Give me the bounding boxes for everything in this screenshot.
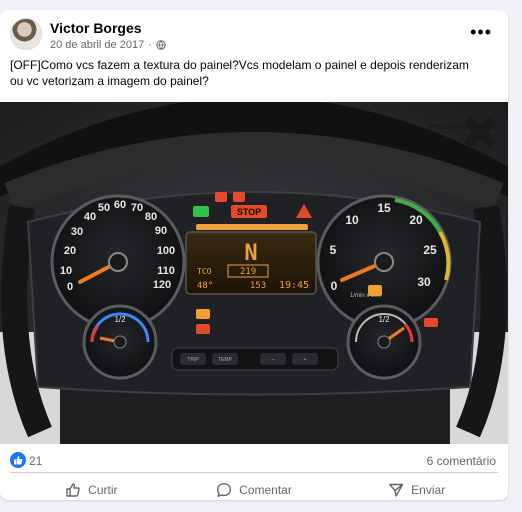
- post-text: [OFF]Como vcs fazem a textura do painel?…: [10, 58, 469, 88]
- speedo-tick: 100: [157, 245, 175, 257]
- post-header: Victor Borges 20 de abril de 2017 · •••: [10, 18, 498, 58]
- post-card: Victor Borges 20 de abril de 2017 · ••• …: [0, 10, 508, 500]
- fuel-half-label: 1/2: [114, 315, 126, 324]
- like-reaction-icon[interactable]: [10, 452, 26, 468]
- thumbs-up-icon: [66, 483, 80, 497]
- post-meta: 20 de abril de 2017 ·: [50, 39, 166, 51]
- actions-divider: [10, 472, 498, 473]
- speedo-tick: 70: [131, 202, 143, 214]
- speedo-tick: 30: [71, 226, 83, 238]
- comment-button-label: Comentar: [239, 483, 292, 497]
- tacho-tick: 25: [423, 243, 437, 257]
- odometer-readout: 153: [250, 281, 266, 291]
- temp-half-label: 1/2: [378, 315, 390, 324]
- like-count[interactable]: 21: [29, 454, 42, 468]
- author-name[interactable]: Victor Borges: [50, 20, 142, 36]
- speedo-tick: 120: [153, 279, 171, 291]
- tacho-tick: 30: [417, 275, 431, 289]
- speedo-tick: 0: [67, 281, 73, 293]
- reactions-bar: 21 6 comentário: [10, 452, 496, 472]
- watermark-brand: mecanicaonline: [428, 121, 496, 131]
- avatar[interactable]: [10, 18, 42, 50]
- speedo-tick: 90: [155, 225, 167, 237]
- post-date[interactable]: 20 de abril de 2017: [50, 39, 144, 51]
- plus-button-label: +: [304, 357, 307, 363]
- comment-count[interactable]: 6 comentário: [427, 454, 496, 468]
- stop-lamp-label: STOP: [237, 207, 261, 217]
- speedo-tick: 50: [98, 202, 110, 214]
- speedo-tick: 80: [145, 211, 157, 223]
- trip-value: 219: [240, 267, 256, 277]
- like-button[interactable]: Curtir: [10, 474, 173, 500]
- speedo-tick: 110: [157, 265, 175, 277]
- share-button-label: Enviar: [411, 483, 446, 497]
- tco-label: TCO: [197, 267, 212, 276]
- minus-button-label: –: [272, 357, 275, 363]
- post-image[interactable]: 0 10 20 30 40 50 60 70 80 90 100 110 120: [0, 102, 508, 444]
- send-icon: [389, 483, 404, 497]
- meta-separator: ·: [148, 39, 152, 51]
- dashboard-illustration: 0 10 20 30 40 50 60 70 80 90 100 110 120: [0, 102, 508, 444]
- more-options-icon[interactable]: •••: [470, 22, 492, 43]
- comment-button[interactable]: Comentar: [173, 474, 336, 500]
- speedo-tick: 10: [60, 265, 72, 277]
- speedo-tick: 60: [114, 199, 126, 211]
- speedo-tick: 40: [84, 211, 96, 223]
- tacho-tick: 0: [331, 279, 338, 293]
- tacho-tick: 10: [345, 213, 359, 227]
- tacho-tick: 15: [377, 201, 391, 215]
- like-button-label: Curtir: [88, 483, 118, 497]
- speedo-tick: 20: [64, 245, 76, 257]
- tacho-tick: 20: [409, 213, 423, 227]
- globe-icon: [156, 40, 166, 50]
- share-button[interactable]: Enviar: [335, 474, 498, 500]
- trip-button-label: TRIP: [187, 357, 199, 363]
- tacho-tick: 5: [330, 243, 337, 257]
- temp-button-label: TEMP: [218, 357, 233, 363]
- gear-indicator: N: [244, 241, 257, 266]
- temperature-readout: 48°: [197, 281, 213, 291]
- post-actions: Curtir Comentar Enviar: [10, 474, 498, 500]
- clock-readout: 19:45: [279, 280, 309, 291]
- comment-bubble-icon: [217, 483, 232, 497]
